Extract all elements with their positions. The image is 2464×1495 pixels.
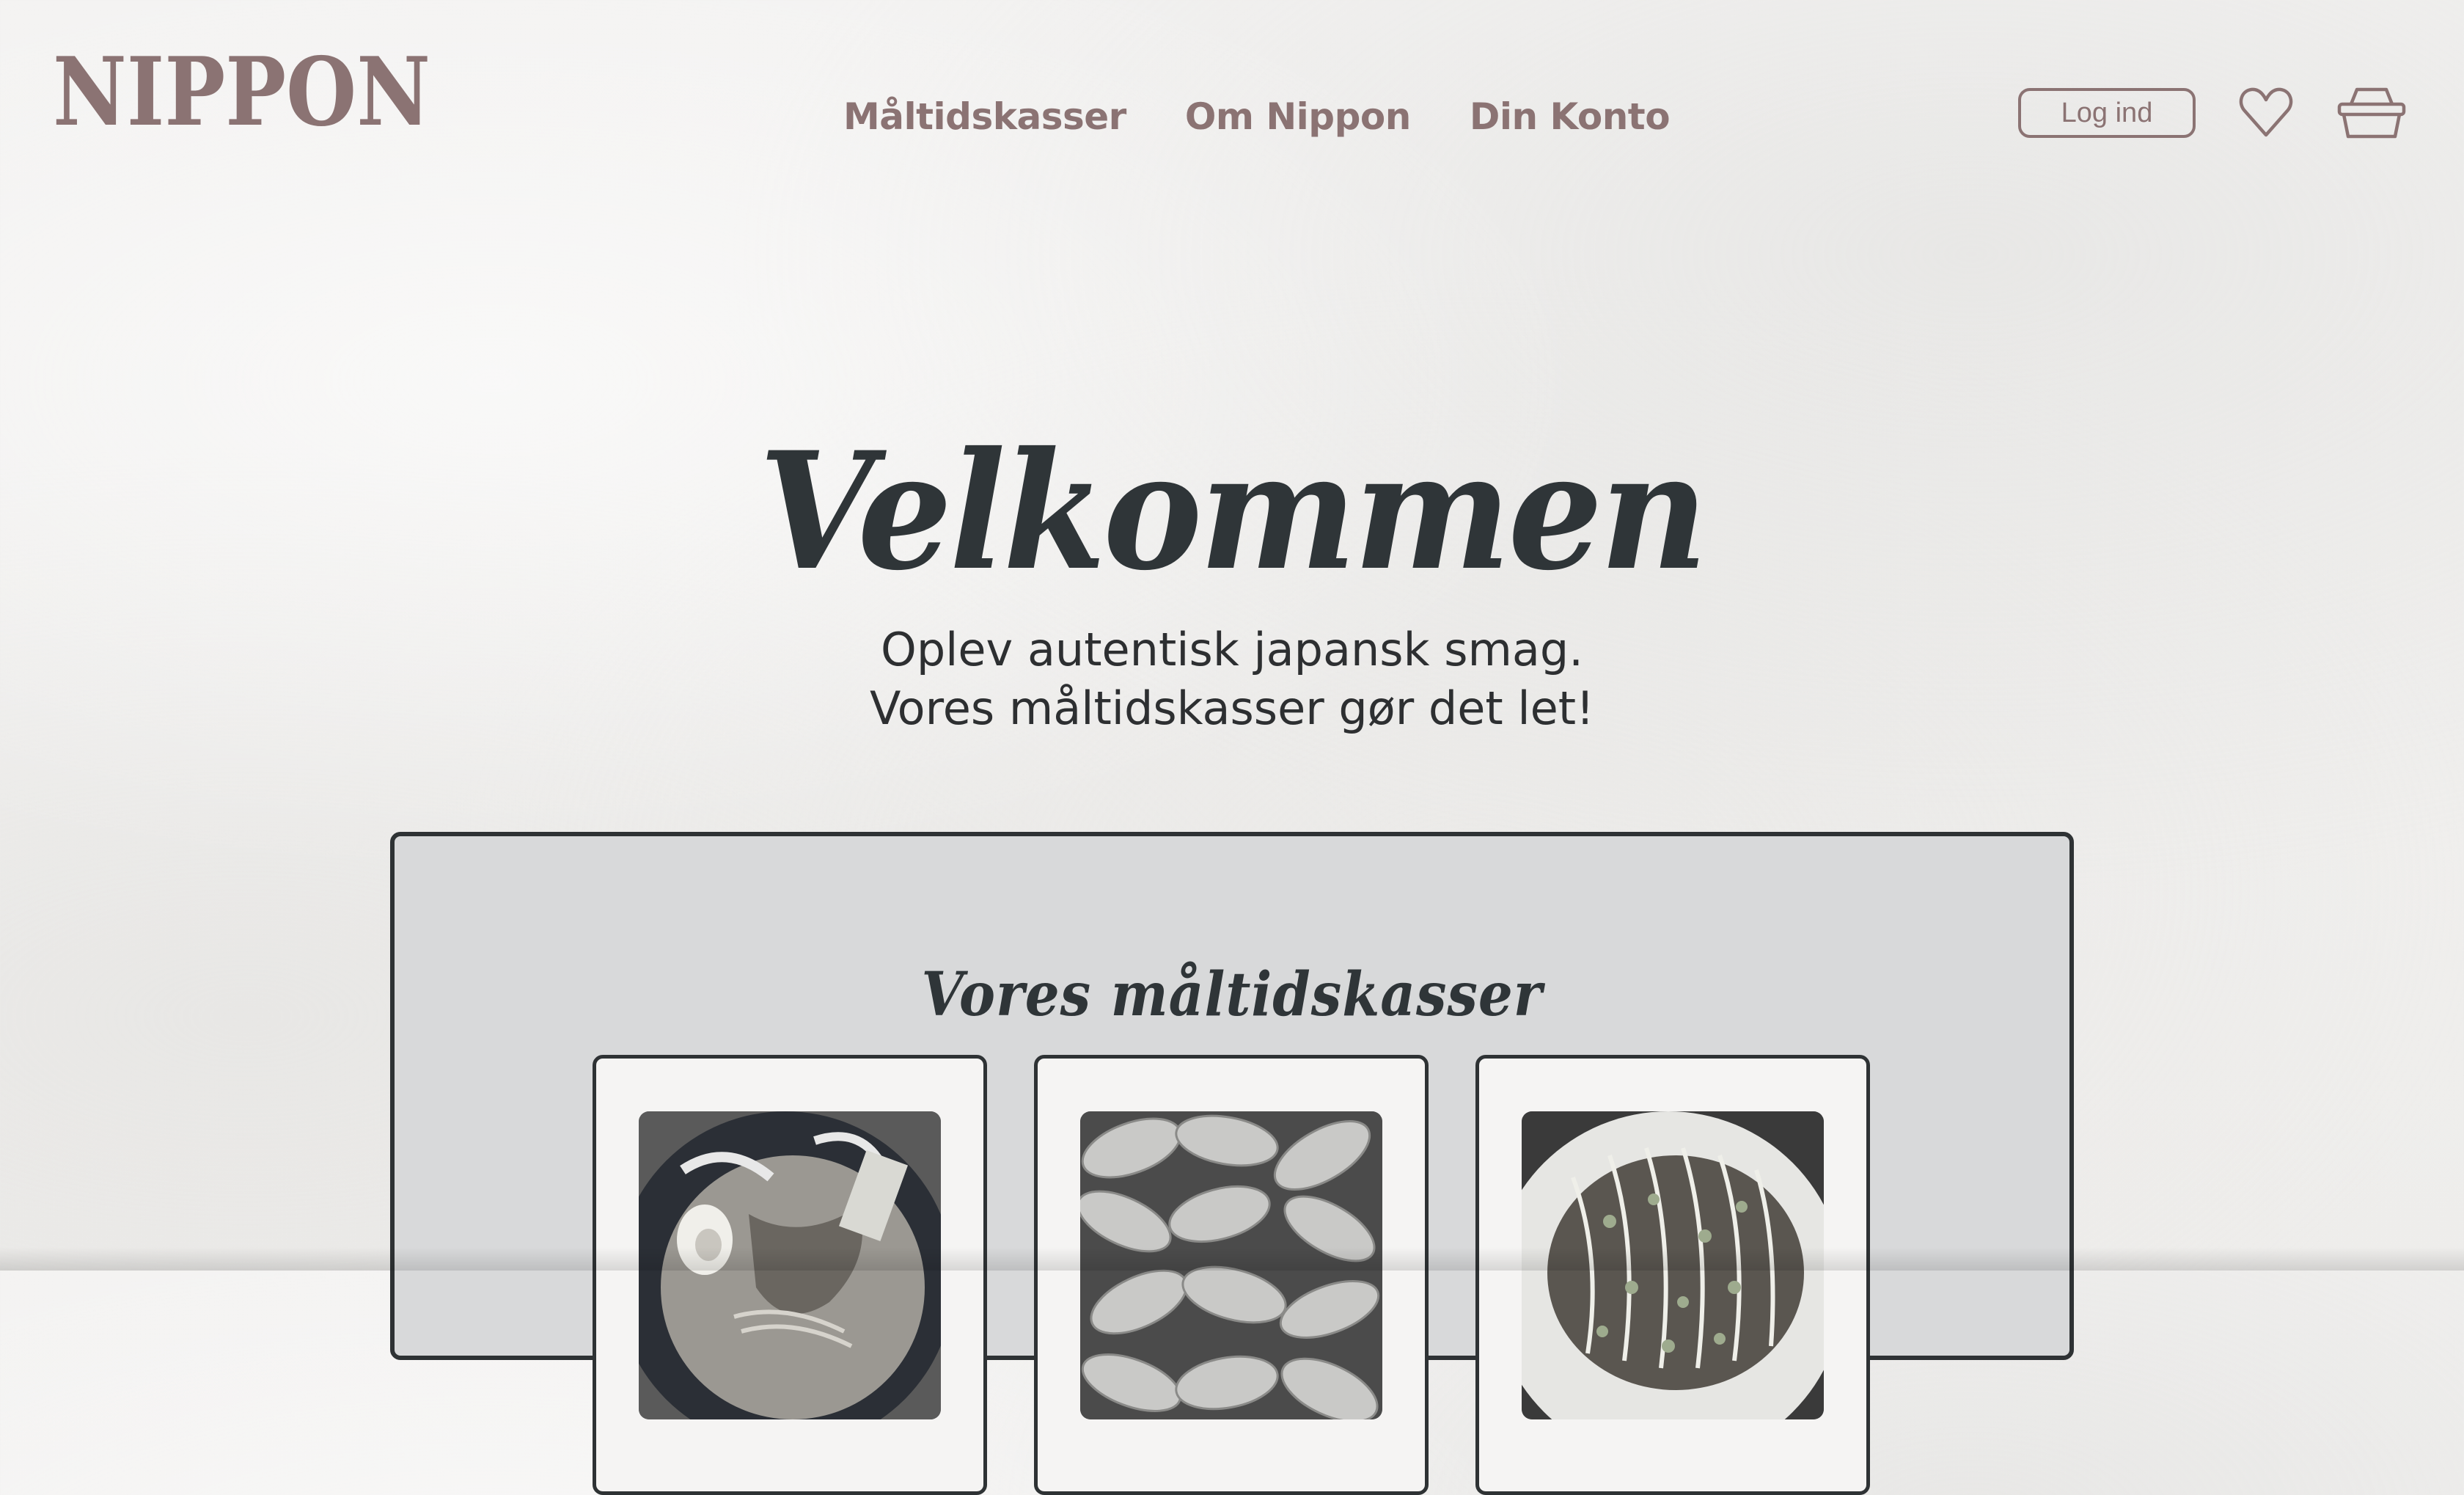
heart-icon [2239,87,2293,137]
meal-box-card-gyoza[interactable] [1034,1055,1429,1495]
svg-text:NIPPON: NIPPON [53,44,430,139]
hero-title: Velkommen [758,416,1708,607]
nav-link-maltidskasser[interactable]: Måltidskasser [843,95,1126,138]
gyoza-photo [1080,1111,1382,1419]
okonomiyaki-photo [1522,1111,1824,1419]
meal-boxes-title: Vores måltidskasser [921,959,1543,1031]
meal-box-card-ramen[interactable] [593,1055,987,1495]
basket-button[interactable] [2335,84,2408,142]
basket-icon [2337,87,2406,139]
meal-box-card-okonomiyaki[interactable] [1475,1055,1870,1495]
login-button[interactable]: Log ind [2018,88,2196,138]
nippon-logo[interactable]: NIPPON [53,44,434,139]
main-nav: Måltidskasser Om Nippon Din Konto [843,95,1671,138]
hero-subtitle-line-2: Vores måltidskasser gør det let! [870,681,1594,735]
nav-link-din-konto[interactable]: Din Konto [1470,95,1671,138]
nav-link-om-nippon[interactable]: Om Nippon [1185,95,1412,138]
favorites-button[interactable] [2237,84,2295,142]
meal-box-cards [593,1055,1870,1495]
hero-subtitle-line-1: Oplev autentisk japansk smag. [881,623,1583,676]
hero-subtitle: Oplev autentisk japansk smag. Vores målt… [0,621,2464,738]
meal-boxes-section: Vores måltidskasser [390,832,2074,1495]
logo-wordmark: NIPPON [53,44,430,139]
site-header: NIPPON Måltidskasser Om Nippon Din Konto… [0,0,2464,176]
ramen-photo [639,1111,941,1419]
